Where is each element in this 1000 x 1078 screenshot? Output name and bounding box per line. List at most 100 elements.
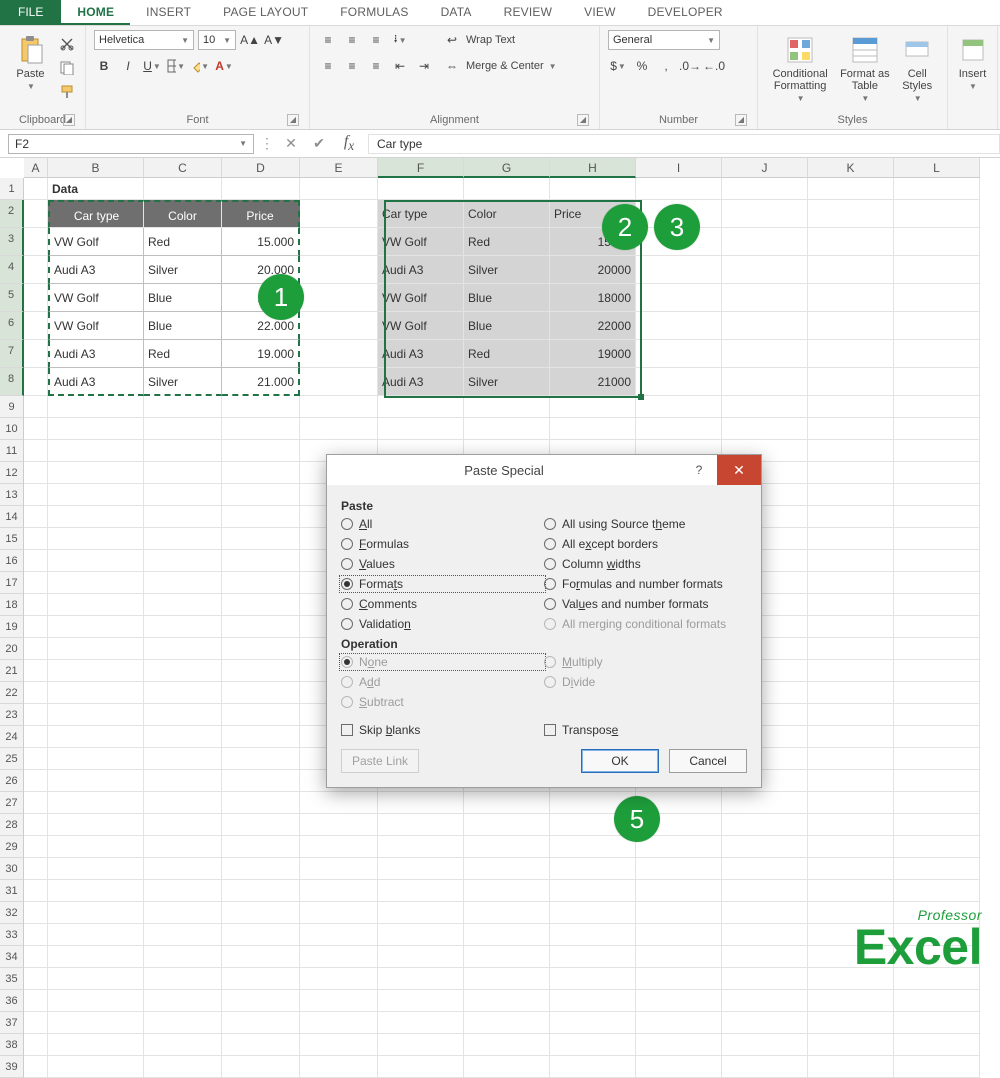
cell[interactable] (24, 178, 48, 200)
cell[interactable] (722, 814, 808, 836)
cell[interactable] (894, 858, 980, 880)
cell[interactable] (300, 814, 378, 836)
cell[interactable] (24, 396, 48, 418)
cell[interactable] (144, 946, 222, 968)
cell[interactable] (550, 178, 636, 200)
cell[interactable] (894, 1012, 980, 1034)
transpose-checkbox[interactable]: Transpose (544, 723, 747, 737)
tab-formulas[interactable]: FORMULAS (324, 0, 424, 25)
cell[interactable]: Audi A3 (48, 340, 144, 368)
cell[interactable] (222, 924, 300, 946)
cell[interactable] (24, 1034, 48, 1056)
cell[interactable] (300, 368, 378, 396)
column-header[interactable]: E (300, 158, 378, 178)
cell[interactable] (300, 340, 378, 368)
ok-button[interactable]: OK (581, 749, 659, 773)
cell[interactable] (894, 368, 980, 396)
cell[interactable] (48, 594, 144, 616)
cell[interactable] (808, 1034, 894, 1056)
increase-indent-button[interactable]: ⇥ (414, 56, 434, 76)
cell[interactable] (24, 792, 48, 814)
row-header[interactable]: 3 (0, 228, 24, 256)
align-center-button[interactable]: ≡ (342, 56, 362, 76)
cell[interactable] (808, 550, 894, 572)
cell[interactable] (808, 858, 894, 880)
cell[interactable]: 21.000 (222, 368, 300, 396)
cell[interactable] (300, 284, 378, 312)
cell[interactable] (550, 1056, 636, 1078)
cell[interactable] (144, 638, 222, 660)
tab-developer[interactable]: DEVELOPER (632, 0, 739, 25)
cell[interactable] (144, 528, 222, 550)
cell[interactable]: 18000 (550, 284, 636, 312)
cell[interactable] (378, 418, 464, 440)
cell[interactable] (636, 368, 722, 396)
cell[interactable] (300, 924, 378, 946)
cell[interactable] (24, 550, 48, 572)
cell[interactable] (48, 836, 144, 858)
cell[interactable] (24, 484, 48, 506)
radio-values-and-number-formats[interactable]: Values and number formats (544, 597, 747, 611)
cell[interactable] (722, 990, 808, 1012)
bold-button[interactable]: B (94, 56, 114, 76)
cell[interactable] (222, 638, 300, 660)
cell[interactable] (636, 340, 722, 368)
cell[interactable] (894, 594, 980, 616)
cell[interactable] (808, 748, 894, 770)
cell[interactable] (144, 396, 222, 418)
cell[interactable] (300, 1012, 378, 1034)
cell[interactable] (808, 638, 894, 660)
cell[interactable] (24, 312, 48, 340)
cell[interactable] (808, 506, 894, 528)
cell[interactable] (48, 858, 144, 880)
cell[interactable] (48, 814, 144, 836)
cell[interactable]: Blue (144, 312, 222, 340)
cell[interactable] (24, 748, 48, 770)
cell[interactable] (894, 616, 980, 638)
font-name-dropdown[interactable]: Helvetica▼ (94, 30, 194, 50)
cell[interactable] (808, 284, 894, 312)
cell[interactable] (24, 968, 48, 990)
cell[interactable] (894, 440, 980, 462)
tab-view[interactable]: VIEW (568, 0, 631, 25)
cell[interactable] (48, 682, 144, 704)
cell[interactable] (636, 284, 722, 312)
cell[interactable] (300, 1034, 378, 1056)
cell[interactable] (894, 528, 980, 550)
tab-insert[interactable]: INSERT (130, 0, 207, 25)
cell[interactable] (144, 418, 222, 440)
cell[interactable]: VW Golf (48, 312, 144, 340)
cell[interactable] (378, 178, 464, 200)
cell[interactable] (550, 946, 636, 968)
cell[interactable] (48, 770, 144, 792)
cell[interactable] (808, 368, 894, 396)
alignment-launcher[interactable]: ◢ (577, 114, 589, 126)
cell[interactable] (222, 814, 300, 836)
number-format-dropdown[interactable]: General▼ (608, 30, 720, 50)
cell[interactable] (24, 340, 48, 368)
cell[interactable] (722, 946, 808, 968)
cell[interactable] (464, 968, 550, 990)
cell[interactable] (378, 946, 464, 968)
cell[interactable] (24, 902, 48, 924)
cell[interactable] (808, 228, 894, 256)
enter-formula-button[interactable]: ✔ (308, 135, 330, 152)
cell[interactable] (24, 924, 48, 946)
cell[interactable]: Audi A3 (48, 368, 144, 396)
cell[interactable] (144, 836, 222, 858)
cell[interactable] (300, 312, 378, 340)
cell[interactable] (808, 312, 894, 340)
cell[interactable] (144, 506, 222, 528)
cell[interactable] (808, 200, 894, 228)
cell[interactable] (24, 704, 48, 726)
cell[interactable] (222, 484, 300, 506)
dialog-close-button[interactable]: ✕ (717, 455, 761, 485)
cell[interactable]: Audi A3 (378, 340, 464, 368)
cell[interactable] (24, 880, 48, 902)
increase-decimal-button[interactable]: .0→ (680, 56, 700, 76)
insert-cells-button[interactable]: Insert▼ (956, 30, 989, 108)
cell[interactable] (300, 200, 378, 228)
wrap-text-button[interactable]: ↩ Wrap Text (442, 30, 557, 50)
cell[interactable] (722, 902, 808, 924)
cell[interactable] (300, 990, 378, 1012)
